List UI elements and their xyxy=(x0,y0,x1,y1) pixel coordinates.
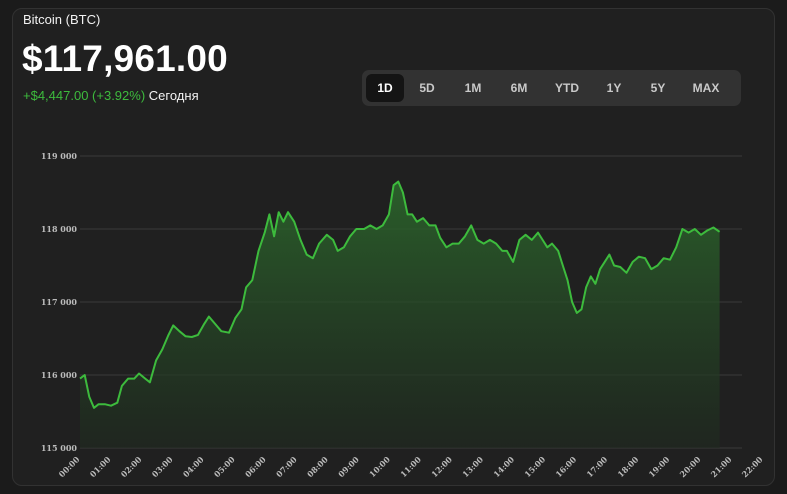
y-tick-label: 117 000 xyxy=(41,297,78,307)
x-tick-label: 03:00 xyxy=(150,454,175,479)
y-tick-label: 115 000 xyxy=(41,443,78,453)
y-tick-label: 116 000 xyxy=(41,370,78,380)
x-tick-label: 19:00 xyxy=(646,454,671,479)
price-area xyxy=(80,181,720,448)
x-tick-label: 22:00 xyxy=(740,454,765,479)
x-tick-label: 15:00 xyxy=(522,454,547,479)
x-tick-label: 21:00 xyxy=(709,454,734,479)
x-tick-label: 02:00 xyxy=(119,454,144,479)
x-tick-label: 05:00 xyxy=(212,454,237,479)
x-tick-label: 17:00 xyxy=(584,454,609,479)
x-tick-label: 01:00 xyxy=(88,454,113,479)
x-tick-label: 04:00 xyxy=(181,454,206,479)
x-tick-label: 10:00 xyxy=(367,454,392,479)
y-tick-label: 119 000 xyxy=(41,151,78,161)
x-tick-label: 11:00 xyxy=(398,454,423,479)
price-chart: 119 000 118 000 117 000 116 000 115 00000:00… xyxy=(41,151,765,479)
x-tick-label: 07:00 xyxy=(274,454,299,479)
x-tick-label: 16:00 xyxy=(553,454,578,479)
x-tick-label: 09:00 xyxy=(336,454,361,479)
x-tick-label: 00:00 xyxy=(57,454,82,479)
y-tick-label: 118 000 xyxy=(41,224,78,234)
x-tick-label: 13:00 xyxy=(460,454,485,479)
x-tick-label: 20:00 xyxy=(678,454,703,479)
x-tick-label: 08:00 xyxy=(305,454,330,479)
x-tick-label: 14:00 xyxy=(491,454,516,479)
x-tick-label: 18:00 xyxy=(615,454,640,479)
x-tick-label: 06:00 xyxy=(243,454,268,479)
x-tick-label: 12:00 xyxy=(429,454,454,479)
